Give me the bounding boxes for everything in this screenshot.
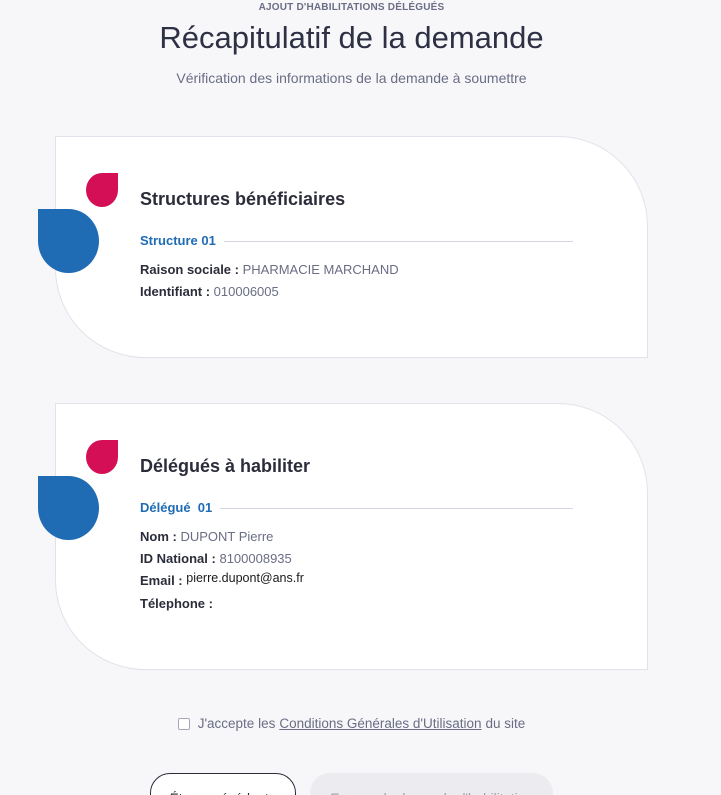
email-value: pierre.dupont@ans.fr	[186, 571, 304, 585]
email-label: Email :	[140, 573, 183, 588]
blue-drop-icon	[38, 209, 99, 273]
terms-row: J'accepte les Conditions Générales d'Uti…	[0, 716, 703, 731]
id-national-value: 8100008935	[219, 551, 292, 566]
delegues-title: Délégués à habiliter	[140, 456, 311, 476]
raison-sociale-value: PHARMACIE MARCHAND	[242, 262, 399, 277]
blue-drop-icon	[38, 476, 99, 540]
delegues-card: Délégués à habiliter Délégué 01 Nom : DU…	[38, 403, 648, 670]
telephone-label: Télephone :	[140, 596, 213, 611]
identifiant-field: Identifiant : 010006005	[140, 284, 279, 299]
id-national-field: ID National : 8100008935	[140, 551, 292, 566]
raison-sociale-field: Raison sociale : PHARMACIE MARCHAND	[140, 262, 399, 277]
section-divider	[223, 241, 573, 242]
structure-section-header: Structure 01	[140, 232, 573, 248]
structure-section-label: Structure 01	[140, 232, 216, 248]
terms-suffix: du site	[485, 716, 526, 731]
delegue-section-label: Délégué 01	[140, 499, 213, 515]
raison-sociale-label: Raison sociale :	[140, 262, 239, 277]
terms-prefix: J'accepte les	[197, 716, 276, 731]
section-divider	[220, 508, 573, 509]
identifiant-value: 010006005	[213, 284, 279, 299]
identifiant-label: Identifiant :	[140, 284, 211, 299]
nom-value: DUPONT Pierre	[180, 529, 274, 544]
email-field: Email : pierre.dupont@ans.fr	[140, 571, 304, 588]
page-title: Récapitulatif de la demande	[159, 20, 544, 55]
id-national-label: ID National :	[140, 551, 216, 566]
red-drop-icon	[86, 173, 118, 207]
send-request-button[interactable]: Envoyer la demande d'habilitation	[310, 773, 553, 795]
cgu-link[interactable]: Conditions Générales d'Utilisation	[279, 716, 481, 731]
page-subtitle: Vérification des informations de la dema…	[176, 70, 527, 86]
previous-step-button[interactable]: Étape précédente	[150, 773, 296, 795]
nom-label: Nom :	[140, 529, 177, 544]
page-overline: AJOUT D'HABILITATIONS DÉLÉGUÉS	[258, 2, 445, 13]
nom-field: Nom : DUPONT Pierre	[140, 529, 273, 544]
terms-checkbox[interactable]	[177, 717, 190, 730]
red-drop-icon	[86, 440, 118, 474]
telephone-field: Télephone :	[140, 596, 213, 611]
structures-title: Structures bénéficiaires	[140, 189, 346, 209]
structures-card: Structures bénéficiaires Structure 01 Ra…	[38, 136, 648, 358]
delegue-section-header: Délégué 01	[140, 499, 573, 515]
